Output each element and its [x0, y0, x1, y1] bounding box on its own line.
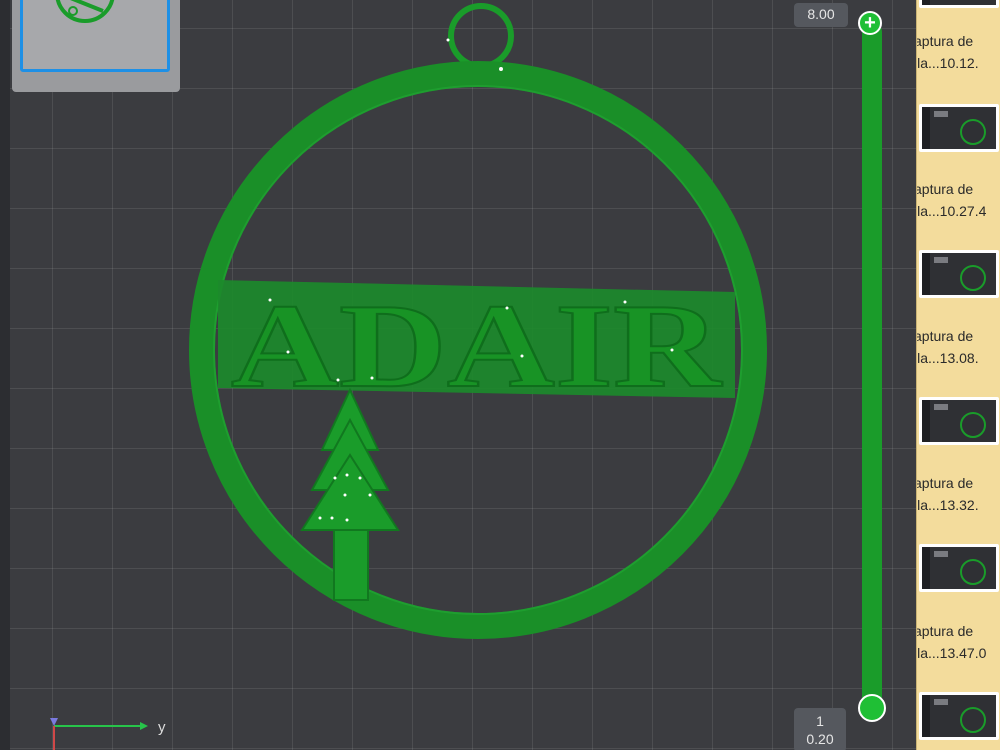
screenshot-thumbnail	[919, 0, 999, 8]
axis-gizmo	[50, 718, 148, 750]
plus-icon: +	[864, 12, 876, 34]
model-thumbnail-panel	[12, 0, 180, 92]
slicer-preview-viewport[interactable]: ADAIR 8.00 + 1 0.20 y	[0, 0, 916, 750]
layer-slider-track[interactable]	[862, 22, 882, 712]
screenshot-thumbnail	[919, 104, 999, 152]
selected-thumbnail[interactable]	[20, 0, 170, 72]
file-name-line1: aptura de	[916, 33, 974, 49]
layer-slider-top-handle[interactable]: +	[858, 11, 882, 35]
screenshot-thumbnail	[919, 397, 999, 445]
bottom-layer-number: 1	[816, 713, 824, 729]
layer-height-top-label: 8.00	[794, 3, 848, 27]
screenshot-thumbnail	[919, 544, 999, 592]
screenshot-thumbnail	[919, 692, 999, 740]
file-name-line2: lla...13.08.	[916, 350, 979, 366]
file-name-line2: lla...10.27.4	[916, 203, 987, 219]
file-name-line1: aptura de	[916, 328, 974, 344]
file-name-line1: aptura de	[916, 181, 974, 197]
file-name-line1: aptura de	[916, 475, 974, 491]
model-name-text: ADAIR	[231, 279, 723, 412]
file-name-line2: lla...13.47.0	[916, 645, 987, 661]
ornament-model-preview[interactable]: ADAIR	[0, 0, 916, 750]
screenshot-thumbnail	[919, 250, 999, 298]
thumbnail-ornament-icon	[55, 0, 115, 23]
hanger-loop	[448, 3, 514, 69]
axis-y-label: y	[158, 719, 166, 736]
file-name-line1: aptura de	[916, 623, 974, 639]
desktop-file-column: aptura de lla...10.12. aptura de lla...1…	[916, 0, 1000, 750]
layer-slider-bottom-handle[interactable]	[858, 694, 886, 722]
file-name-line2: lla...13.32.	[916, 497, 979, 513]
file-name-line2: lla...10.12.	[916, 55, 979, 71]
layer-bottom-label: 1 0.20	[794, 708, 846, 750]
bottom-layer-height: 0.20	[806, 731, 834, 747]
